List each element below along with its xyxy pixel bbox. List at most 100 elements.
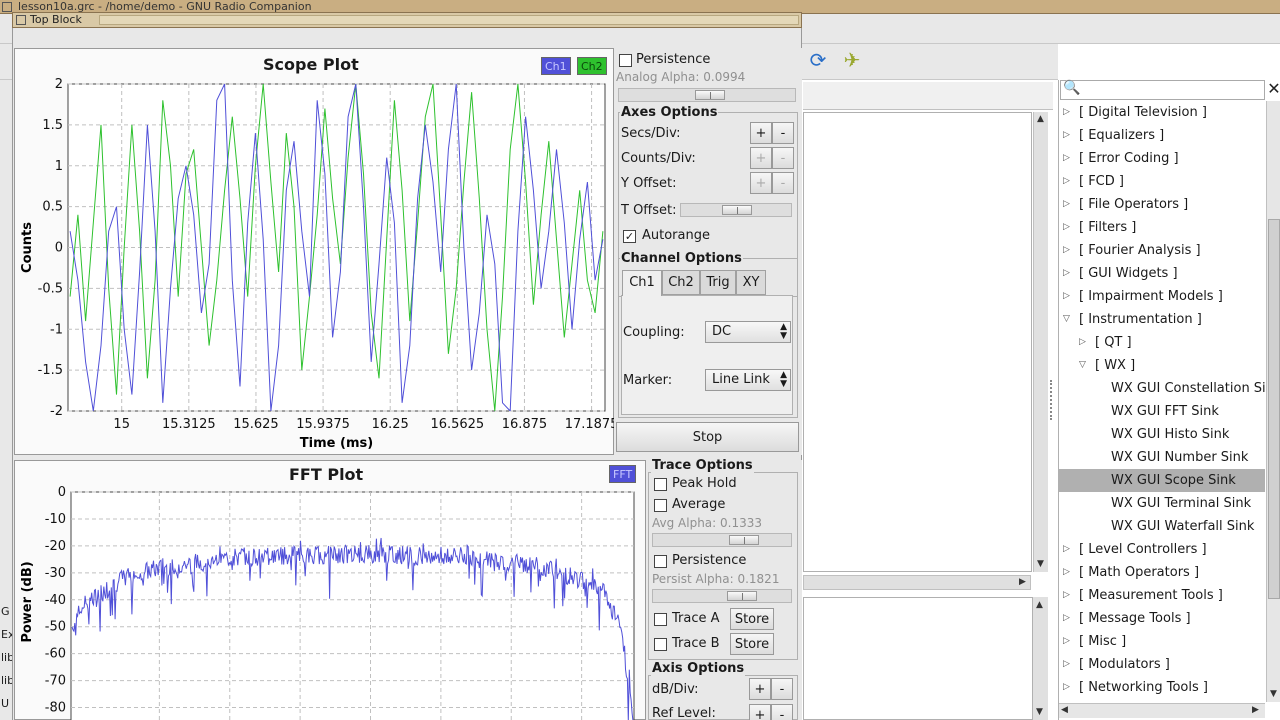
y-offset-plus-button[interactable]: + [750,172,772,194]
scroll-down-icon[interactable]: ▼ [1036,707,1043,717]
expander-closed-icon[interactable]: ▷ [1063,216,1070,239]
window-menu-icon[interactable] [16,15,26,25]
scroll-down-icon[interactable]: ▼ [1270,689,1277,699]
tree-block-item[interactable]: WX GUI Terminal Sink [1059,492,1265,515]
tree-block-item[interactable]: WX GUI Waterfall Sink [1059,515,1265,538]
avg-alpha-slider[interactable] [652,533,792,547]
close-icon[interactable]: ✕ [1266,80,1280,100]
average-checkbox[interactable] [654,499,667,512]
tab-ch2[interactable]: Ch2 [662,270,700,295]
expander-closed-icon[interactable]: ▷ [1063,561,1070,584]
scroll-up-icon[interactable]: ▲ [1037,114,1044,124]
tree-block-item[interactable]: WX GUI Number Sink [1059,446,1265,469]
canvas-vertical-scrollbar[interactable]: ▲ ▼ [1033,112,1048,572]
expander-closed-icon[interactable]: ▷ [1063,653,1070,676]
persist-alpha-slider[interactable] [652,589,792,603]
expander-closed-icon[interactable]: ▷ [1063,630,1070,653]
tree-block-item[interactable]: WX GUI FFT Sink [1059,400,1265,423]
tree-category-item[interactable]: ▷ [ GUI Widgets ] [1059,262,1265,285]
scope-plot-panel[interactable]: Scope Plot Ch1 Ch2 15 15.3125 15.625 15.937… [14,48,615,455]
tree-category-item[interactable]: ▷ [ Level Controllers ] [1059,538,1265,561]
expander-closed-icon[interactable]: ▷ [1063,262,1070,285]
t-offset-slider[interactable] [680,203,792,217]
expander-closed-icon[interactable]: ▷ [1063,193,1070,216]
db-div-plus-button[interactable]: + [749,678,771,700]
tree-category-item[interactable]: ▷ [ Measurement Tools ] [1059,584,1265,607]
expander-open-icon[interactable]: ▽ [1079,354,1086,377]
scroll-up-icon[interactable]: ▲ [1036,600,1043,610]
tree-category-item[interactable]: ▷ [ Error Coding ] [1059,147,1265,170]
db-div-minus-button[interactable]: - [771,678,793,700]
kill-icon[interactable]: ✈ [840,49,864,71]
tree-vertical-scrollbar[interactable]: ▼ [1266,101,1280,702]
window-menu-icon[interactable] [2,2,12,12]
tree-category-item[interactable]: ▷ [ Impairment Models ] [1059,285,1265,308]
y-offset-minus-button[interactable]: - [772,172,794,194]
top-block-titlebar[interactable]: Top Block [12,12,802,28]
stop-button[interactable]: Stop [616,422,799,452]
trace-b-store-button[interactable]: Store [730,633,774,655]
tree-scrollbar-thumb[interactable] [1268,219,1280,599]
tree-category-item[interactable]: ▷ [ Filters ] [1059,216,1265,239]
ref-level-minus-button[interactable]: - [771,704,793,720]
counts-div-minus-button[interactable]: - [772,147,794,169]
peak-hold-checkbox[interactable] [654,478,667,491]
secs-div-minus-button[interactable]: - [772,122,794,144]
expander-closed-icon[interactable]: ▷ [1063,607,1070,630]
tree-category-item[interactable]: ▷ [ Misc ] [1059,630,1265,653]
flowgraph-canvas[interactable] [803,112,1032,572]
expander-closed-icon[interactable]: ▷ [1063,170,1070,193]
tree-category-item[interactable]: ▷ [ QT ] [1059,331,1265,354]
console-vertical-scrollbar[interactable]: ▲ ▼ [1033,597,1048,720]
tree-category-item[interactable]: ▷ [ Modulators ] [1059,653,1265,676]
expander-closed-icon[interactable]: ▷ [1063,101,1070,124]
autorange-checkbox[interactable]: ✓ [623,230,636,243]
scroll-left-icon[interactable]: ◀ [1061,705,1068,715]
tab-trig[interactable]: Trig [700,270,736,295]
coupling-select[interactable]: DC ▲ ▼ [705,321,791,343]
tree-block-item[interactable]: WX GUI Scope Sink [1059,469,1265,492]
tree-category-item[interactable]: ▷ [ Equalizers ] [1059,124,1265,147]
scroll-right-icon[interactable]: ▶ [1019,577,1026,587]
expander-open-icon[interactable]: ▽ [1063,308,1070,331]
tab-ch1[interactable]: Ch1 [622,270,662,296]
titlebar-drag-area[interactable] [99,15,799,25]
expander-closed-icon[interactable]: ▷ [1063,538,1070,561]
block-search-input[interactable]: 🔍 [1060,80,1265,100]
tab-xy[interactable]: XY [736,270,766,295]
fft-persistence-checkbox[interactable] [654,555,667,568]
tree-category-item[interactable]: ▷ [ Networking Tools ] [1059,676,1265,699]
expander-closed-icon[interactable]: ▷ [1063,124,1070,147]
pane-resize-grip[interactable] [1050,380,1056,420]
expander-closed-icon[interactable]: ▷ [1063,239,1070,262]
trace-a-store-button[interactable]: Store [730,608,774,630]
tree-category-item[interactable]: ▷ [ Message Tools ] [1059,607,1265,630]
tree-category-item[interactable]: ▷ [ Fourier Analysis ] [1059,239,1265,262]
tree-category-item[interactable]: ▷ [ File Operators ] [1059,193,1265,216]
trace-b-checkbox[interactable] [654,638,667,651]
persistence-checkbox[interactable] [619,54,632,67]
canvas-horizontal-scrollbar[interactable]: ▶ [803,575,1031,590]
scroll-down-icon[interactable]: ▼ [1037,559,1044,569]
expander-closed-icon[interactable]: ▷ [1063,676,1070,699]
expander-closed-icon[interactable]: ▷ [1063,147,1070,170]
trace-a-checkbox[interactable] [654,613,667,626]
expander-closed-icon[interactable]: ▷ [1079,331,1086,354]
fft-plot-panel[interactable]: FFT Plot FFT 0 -10 -20 -30 -40 -50 -60 -70 -80 Po… [14,460,646,720]
counts-div-plus-button[interactable]: + [750,147,772,169]
tree-category-item[interactable]: ▷ [ Math Operators ] [1059,561,1265,584]
tree-category-item[interactable]: ▷ [ Digital Television ] [1059,101,1265,124]
tree-block-item[interactable]: WX GUI Histo Sink [1059,423,1265,446]
tree-category-item[interactable]: ▷ [ FCD ] [1059,170,1265,193]
tree-horizontal-scrollbar[interactable]: ◀ ▶ [1059,703,1265,718]
analog-alpha-slider[interactable] [618,88,796,102]
tree-block-item[interactable]: WX GUI Constellation Si [1059,377,1265,400]
secs-div-plus-button[interactable]: + [750,122,772,144]
expander-closed-icon[interactable]: ▷ [1063,285,1070,308]
scroll-right-icon[interactable]: ▶ [1252,705,1259,715]
marker-select[interactable]: Line Link ▲ ▼ [705,369,791,391]
expander-closed-icon[interactable]: ▷ [1063,584,1070,607]
tree-category-item[interactable]: ▽ [ Instrumentation ] [1059,308,1265,331]
ref-level-plus-button[interactable]: + [749,704,771,720]
tree-category-item[interactable]: ▽ [ WX ] [1059,354,1265,377]
